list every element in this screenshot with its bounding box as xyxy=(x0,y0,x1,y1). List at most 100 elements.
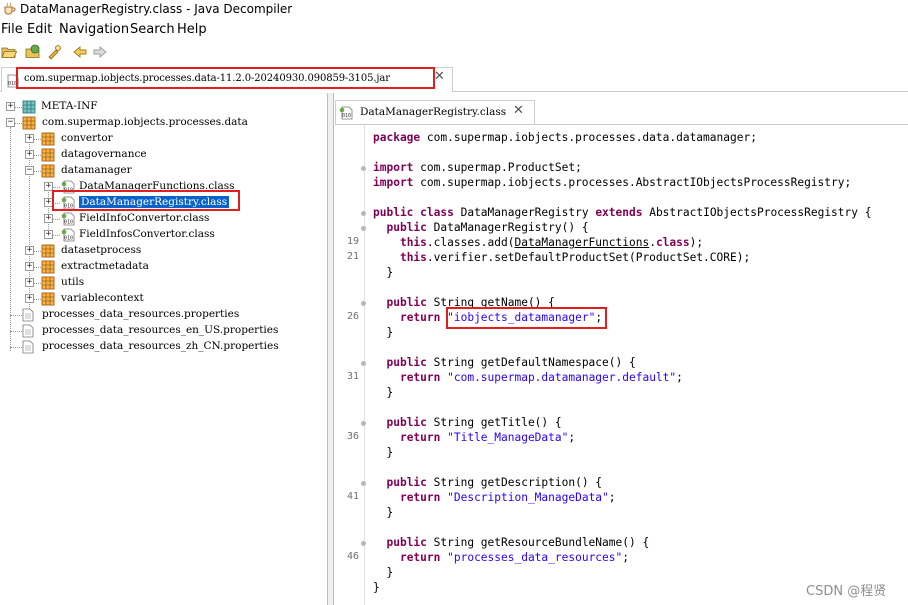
menu-navigation[interactable]: Navigation xyxy=(59,22,129,37)
code-line: 41 return "Description_ManageData"; xyxy=(335,491,908,506)
code-text: public class DataManagerRegistry extends… xyxy=(373,206,872,219)
code-text: return "Title_ManageData"; xyxy=(399,431,576,444)
tree-item-package[interactable]: + datasetprocess xyxy=(0,243,326,259)
watermark: CSDN @程贤 xyxy=(806,584,887,599)
code-text: public DataManagerRegistry() { xyxy=(386,221,589,234)
close-icon[interactable]: ✕ xyxy=(513,103,524,118)
tree-item-label: FieldInfoConvertor.class xyxy=(79,212,210,224)
code-text: } xyxy=(373,266,394,279)
menu-edit[interactable]: Edit xyxy=(27,22,52,37)
tree-item-label: processes_data_resources.properties xyxy=(42,308,240,320)
code-line: } xyxy=(335,326,908,341)
code-text: } xyxy=(373,566,394,579)
expand-icon[interactable]: + xyxy=(25,150,34,159)
tree-guide-line xyxy=(10,331,22,332)
line-number: 21 xyxy=(346,251,359,262)
expand-icon[interactable]: + xyxy=(25,134,34,143)
code-line: public String getDefaultNamespace() { xyxy=(335,356,908,371)
code-line: public String getResourceBundleName() { xyxy=(335,536,908,551)
fold-marker-icon[interactable] xyxy=(361,226,366,231)
menu-bar: File Edit Navigation Search Help xyxy=(0,20,908,40)
code-line: } xyxy=(335,446,908,461)
code-line: public String getTitle() { xyxy=(335,416,908,431)
tree-item-file[interactable]: processes_data_resources.properties xyxy=(0,307,326,323)
tree-item-label: processes_data_resources_en_US.propertie… xyxy=(42,324,279,336)
code-line: 19 this.classes.add(DataManagerFunctions… xyxy=(335,236,908,251)
expand-icon[interactable]: + xyxy=(44,230,53,239)
code-text: } xyxy=(373,326,394,339)
expand-icon[interactable]: + xyxy=(25,294,34,303)
fold-marker-icon[interactable] xyxy=(361,166,366,171)
tree-item-package[interactable]: + convertor xyxy=(0,131,326,147)
collapse-icon[interactable]: − xyxy=(25,166,34,175)
fold-marker-icon[interactable] xyxy=(361,481,366,486)
expand-icon[interactable]: + xyxy=(6,102,15,111)
code-line: package com.supermap.iobjects.processes.… xyxy=(335,131,908,146)
expand-icon[interactable]: + xyxy=(25,262,34,271)
tree-item-label: FieldInfosConvertor.class xyxy=(79,228,215,240)
panel-splitter[interactable] xyxy=(328,93,334,605)
expand-icon[interactable]: + xyxy=(25,278,34,287)
fold-marker-icon[interactable] xyxy=(361,421,366,426)
code-line: import com.supermap.ProductSet; xyxy=(335,161,908,176)
fold-marker-icon[interactable] xyxy=(361,361,366,366)
menu-file[interactable]: File xyxy=(1,22,23,37)
tree-guide-line xyxy=(10,315,22,316)
menu-search[interactable]: Search xyxy=(130,22,175,37)
expand-icon[interactable]: + xyxy=(44,214,53,223)
tree-item-label: com.supermap.iobjects.processes.data xyxy=(42,116,248,128)
svg-text:010: 010 xyxy=(342,113,351,119)
close-icon[interactable]: ✕ xyxy=(434,69,445,84)
fold-marker-icon[interactable] xyxy=(361,541,366,546)
tree-item-package[interactable]: + utils xyxy=(0,275,326,291)
code-line: 21 this.verifier.setDefaultProductSet(Pr… xyxy=(335,251,908,266)
highlight-box-jar xyxy=(16,67,435,89)
code-line: 36 return "Title_ManageData"; xyxy=(335,431,908,446)
code-line: } xyxy=(335,266,908,281)
code-text: public String getDescription() { xyxy=(386,476,603,489)
tree-item-file[interactable]: processes_data_resources_zh_CN.propertie… xyxy=(0,339,326,355)
tree-item-package[interactable]: − datamanager xyxy=(0,163,326,179)
code-text: public String getDefaultNamespace() { xyxy=(386,356,636,369)
code-text: import com.supermap.ProductSet; xyxy=(373,161,582,174)
tree-item-class[interactable]: +010 FieldInfosConvertor.class xyxy=(0,227,326,243)
code-line: import com.supermap.iobjects.processes.A… xyxy=(335,176,908,191)
tree-item-package[interactable]: + variablecontext xyxy=(0,291,326,307)
tree-item-package[interactable]: − com.supermap.iobjects.processes.data xyxy=(0,115,326,131)
line-number: 31 xyxy=(346,371,359,382)
tree-item-package[interactable]: + datagovernance xyxy=(0,147,326,163)
collapse-icon[interactable]: − xyxy=(6,118,15,127)
class-tab-label: DataManagerRegistry.class xyxy=(360,106,507,118)
code-line: public DataManagerRegistry() { xyxy=(335,221,908,236)
back-icon[interactable] xyxy=(72,44,88,60)
tree-item-label: datamanager xyxy=(61,164,132,176)
tree-item-label: datagovernance xyxy=(61,148,147,160)
code-text: this.verifier.setDefaultProductSet(Produ… xyxy=(399,251,751,264)
code-line: 26 return "iobjects_datamanager"; xyxy=(335,311,908,326)
class-tab[interactable]: 010 DataManagerRegistry.class ✕ xyxy=(335,100,535,124)
tree-item-package[interactable]: + META-INF xyxy=(0,99,326,115)
open-type-icon[interactable] xyxy=(25,44,41,60)
code-text: return "processes_data_resources"; xyxy=(399,551,629,564)
code-panel: 010 DataManagerRegistry.class ✕ package … xyxy=(335,93,908,605)
code-text: } xyxy=(373,446,394,459)
expand-icon[interactable]: + xyxy=(25,246,34,255)
code-text: return "Description_ManageData"; xyxy=(399,491,616,504)
tree-item-label: datasetprocess xyxy=(61,244,142,256)
tree-item-class[interactable]: +010 FieldInfoConvertor.class xyxy=(0,211,326,227)
fold-marker-icon[interactable] xyxy=(361,211,366,216)
highlight-box-selected xyxy=(52,190,240,211)
open-file-icon[interactable] xyxy=(1,44,17,60)
code-line: } xyxy=(335,566,908,581)
forward-icon[interactable] xyxy=(92,44,108,60)
menu-help[interactable]: Help xyxy=(177,22,207,37)
fold-marker-icon[interactable] xyxy=(361,301,366,306)
tree-item-package[interactable]: + extractmetadata xyxy=(0,259,326,275)
search-icon[interactable] xyxy=(46,44,62,60)
tree-item-file[interactable]: processes_data_resources_en_US.propertie… xyxy=(0,323,326,339)
window-title: DataManagerRegistry.class - Java Decompi… xyxy=(20,2,293,16)
